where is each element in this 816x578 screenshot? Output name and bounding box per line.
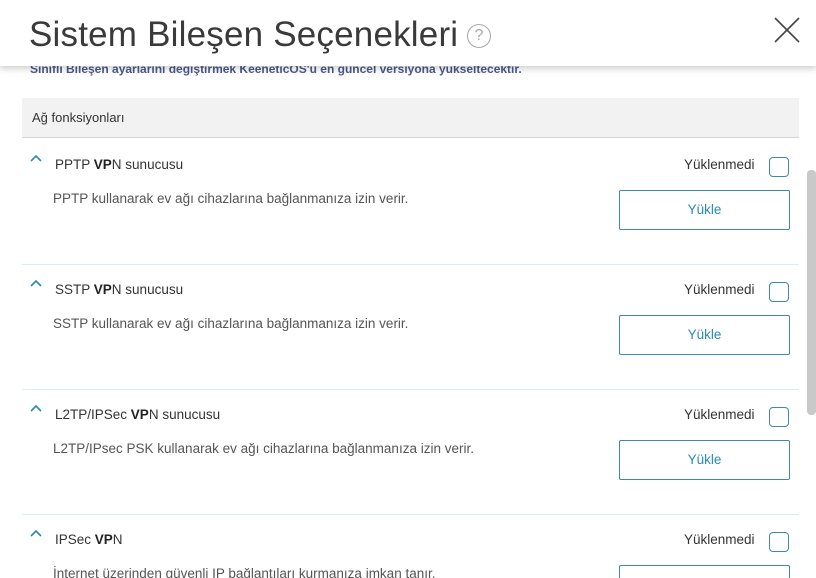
component-description: İnternet üzerinden güvenli IP bağlantıla… [53,566,436,578]
component-item-pptp: PPTP VPN sunucusu Yüklenmedi PPTP kullan… [22,139,799,265]
dialog-title: Sistem Bileşen Seçenekleri [29,15,459,54]
component-title: L2TP/IPSec VPN sunucusu [55,407,221,422]
help-icon[interactable]: ? [467,24,491,48]
component-title: IPSec VPN [55,532,123,547]
close-icon[interactable] [773,16,801,44]
dialog-header: Sistem Bileşen Seçenekleri ? [0,0,816,66]
component-item-sstp: SSTP VPN sunucusu Yüklenmedi SSTP kullan… [22,264,799,390]
component-item-ipsec: IPSec VPN Yüklenmedi İnternet üzerinden … [22,514,799,578]
section-label: Ağ fonksiyonları [32,110,125,125]
chevron-up-icon[interactable] [30,403,42,413]
install-status: Yüklenmedi [684,282,755,297]
install-status: Yüklenmedi [684,157,755,172]
install-button[interactable]: Yükle [619,190,790,230]
component-item-l2tp: L2TP/IPSec VPN sunucusu Yüklenmedi L2TP/… [22,389,799,515]
install-button[interactable]: Yükle [619,440,790,480]
install-checkbox[interactable] [769,532,789,552]
install-checkbox[interactable] [769,282,789,302]
component-description: L2TP/IPsec PSK kullanarak ev ağı cihazla… [53,441,474,456]
chevron-up-icon[interactable] [30,528,42,538]
install-checkbox[interactable] [769,157,789,177]
section-header: Ağ fonksiyonları [22,98,799,138]
component-title: SSTP VPN sunucusu [55,282,184,297]
scrollbar[interactable] [807,170,816,415]
component-description: SSTP kullanarak ev ağı cihazlarına bağla… [53,316,409,331]
install-status: Yüklenmedi [684,532,755,547]
chevron-up-icon[interactable] [30,153,42,163]
install-status: Yüklenmedi [684,407,755,422]
component-title: PPTP VPN sunucusu [55,157,184,172]
install-button[interactable]: Yükle [619,315,790,355]
component-description: PPTP kullanarak ev ağı cihazlarına bağla… [53,191,409,206]
chevron-up-icon[interactable] [30,278,42,288]
install-checkbox[interactable] [769,407,789,427]
install-button[interactable]: Yükle [619,565,790,578]
